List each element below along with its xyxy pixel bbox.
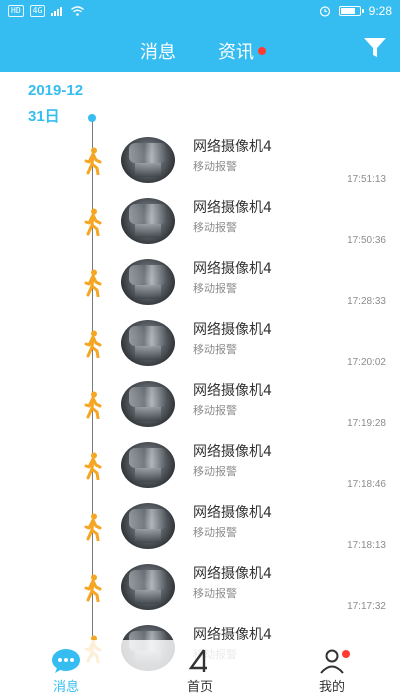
event-row[interactable]: 网络摄像机4 移动报警 17:50:36: [0, 194, 400, 255]
timeline-start-dot: [88, 114, 96, 122]
tab-news[interactable]: 资讯: [218, 38, 266, 64]
event-row[interactable]: 网络摄像机4 移动报警 17:18:46: [0, 438, 400, 499]
walking-person-icon: [84, 391, 102, 419]
event-time: 17:18:46: [347, 479, 386, 490]
event-row[interactable]: 网络摄像机4 移动报警 17:17:32: [0, 560, 400, 621]
timeline-date: 2019-12 31日: [28, 82, 83, 126]
alert-type: 移动报警: [193, 160, 237, 173]
walking-person-icon: [84, 147, 102, 175]
camera-name: 网络摄像机4: [193, 383, 272, 399]
alert-type: 移动报警: [193, 465, 237, 478]
camera-snapshot-thumbnail[interactable]: [121, 442, 175, 488]
nav-home-label: 首页: [186, 680, 213, 695]
camera-snapshot-thumbnail[interactable]: [121, 137, 175, 183]
camera-snapshot-thumbnail[interactable]: [121, 259, 175, 305]
camera-snapshot-thumbnail[interactable]: [121, 320, 175, 366]
clock-time: 9:28: [368, 4, 392, 18]
status-bar: HD 4G 9:28: [0, 0, 400, 24]
camera-name: 网络摄像机4: [193, 261, 272, 277]
event-row[interactable]: 网络摄像机4 移动报警 17:28:33: [0, 255, 400, 316]
nav-messages[interactable]: 消息: [26, 640, 106, 700]
network-indicator: 4G: [29, 5, 46, 17]
status-left: HD 4G: [8, 5, 85, 17]
alert-type: 移动报警: [193, 526, 237, 539]
event-time: 17:51:13: [347, 174, 386, 185]
event-row[interactable]: 网络摄像机4 移动报警 17:20:02: [0, 316, 400, 377]
me-badge-dot: [342, 650, 350, 658]
timeline-year-month: 2019-12: [28, 82, 84, 99]
home-logo-icon: [188, 649, 207, 672]
event-time: 17:20:02: [347, 357, 386, 368]
event-row[interactable]: 网络摄像机4 移动报警 17:18:13: [0, 499, 400, 560]
camera-name: 网络摄像机4: [193, 322, 272, 338]
chat-bubble-icon: [52, 649, 80, 673]
app-header: HD 4G 9:28 消息 资讯: [0, 0, 400, 72]
camera-snapshot-thumbnail[interactable]: [121, 381, 175, 427]
nav-me[interactable]: 我的: [292, 640, 372, 700]
camera-name: 网络摄像机4: [193, 200, 272, 216]
nav-home[interactable]: 首页: [160, 640, 240, 700]
event-time: 17:18:13: [347, 540, 386, 551]
walking-person-icon: [84, 208, 102, 236]
nav-me-label: 我的: [318, 680, 345, 695]
walking-person-icon: [84, 513, 102, 541]
alert-type: 移动报警: [193, 282, 237, 295]
camera-snapshot-thumbnail[interactable]: [121, 198, 175, 244]
alert-type: 移动报警: [193, 404, 237, 417]
nav-messages-label: 消息: [52, 680, 79, 695]
camera-name: 网络摄像机4: [193, 139, 272, 155]
event-row[interactable]: 网络摄像机4 移动报警 17:51:13: [0, 133, 400, 194]
tab-news-label: 资讯: [218, 42, 254, 63]
filter-icon[interactable]: [362, 36, 388, 60]
camera-snapshot-thumbnail[interactable]: [121, 564, 175, 610]
walking-person-icon: [84, 452, 102, 480]
timeline-day: 31日: [28, 108, 60, 125]
walking-person-icon: [84, 330, 102, 358]
event-row[interactable]: 网络摄像机4 移动报警 17:19:28: [0, 377, 400, 438]
alert-type: 移动报警: [193, 221, 237, 234]
bottom-nav: 消息 首页 我的: [0, 640, 400, 700]
camera-snapshot-thumbnail[interactable]: [121, 503, 175, 549]
signal-icon: [51, 7, 63, 16]
camera-name: 网络摄像机4: [193, 505, 272, 521]
event-time: 17:50:36: [347, 235, 386, 246]
header-tabs: 消息 资讯: [0, 38, 400, 64]
alert-type: 移动报警: [193, 587, 237, 600]
hd-indicator: HD: [8, 5, 24, 17]
camera-name: 网络摄像机4: [193, 444, 272, 460]
camera-name: 网络摄像机4: [193, 566, 272, 582]
alert-type: 移动报警: [193, 343, 237, 356]
walking-person-icon: [84, 574, 102, 602]
wifi-icon: [71, 6, 85, 16]
event-time: 17:28:33: [347, 296, 386, 307]
event-time: 17:17:32: [347, 601, 386, 612]
tab-messages[interactable]: 消息: [140, 38, 176, 64]
alarm-clock-icon: [319, 6, 330, 17]
walking-person-icon: [84, 269, 102, 297]
news-badge-dot: [258, 47, 266, 55]
status-right: 9:28: [319, 4, 392, 18]
battery-icon: [338, 6, 364, 16]
event-time: 17:19:28: [347, 418, 386, 429]
